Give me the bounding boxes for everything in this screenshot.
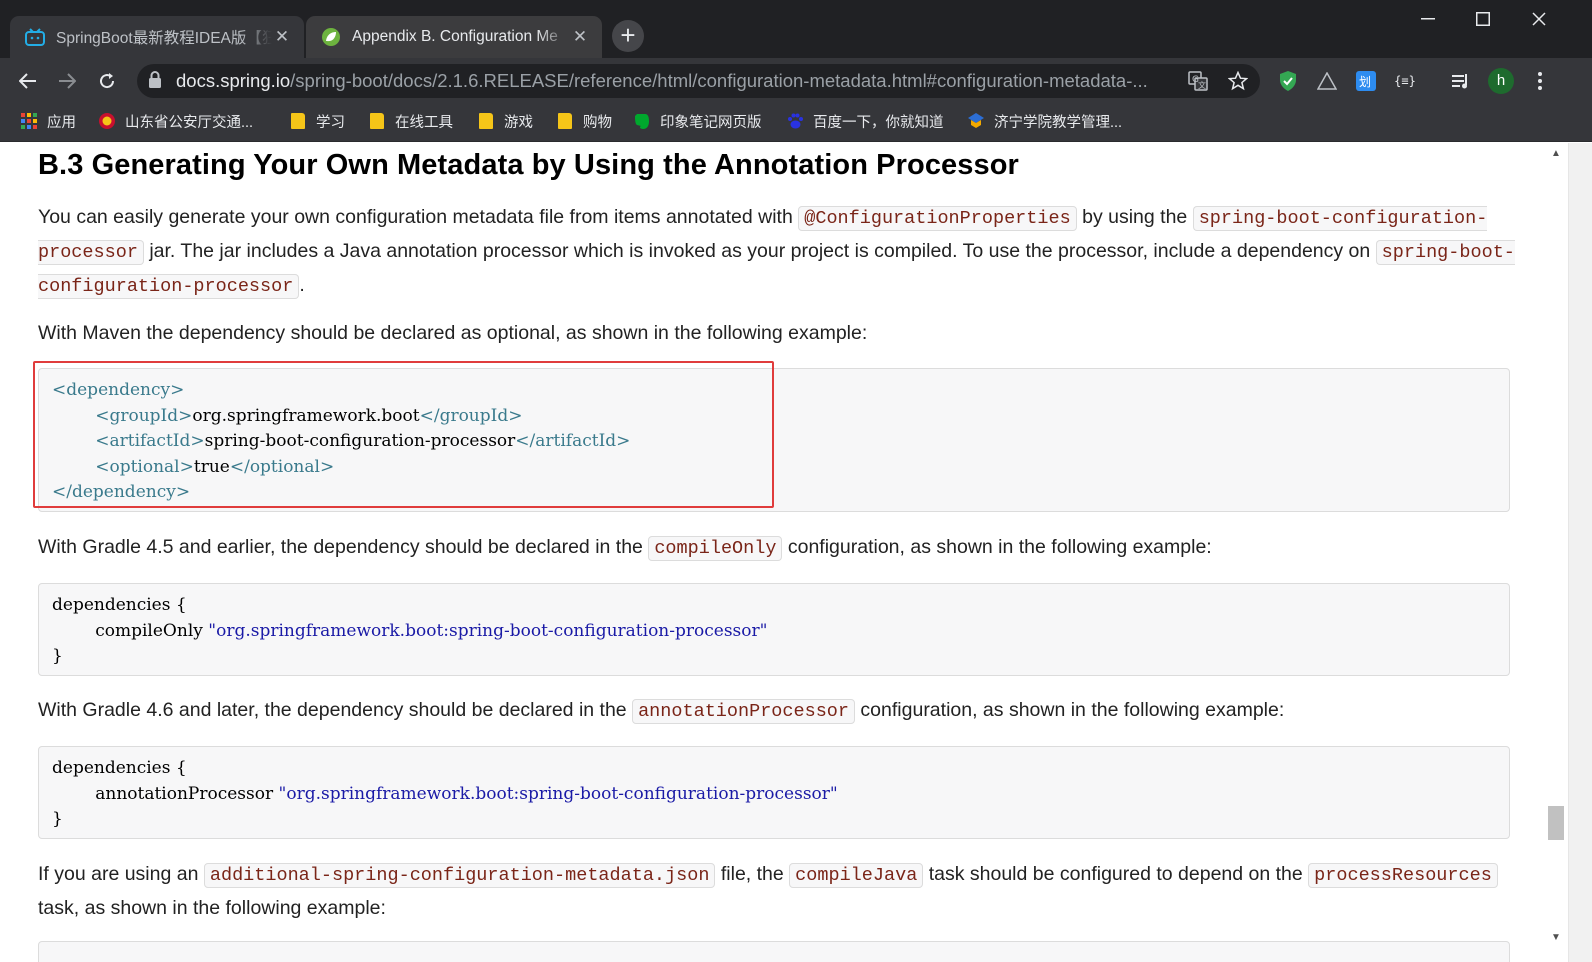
gradle46-paragraph: With Gradle 4.6 and later, the dependenc… [38, 699, 1285, 724]
school-icon [967, 112, 985, 130]
tab-close-icon[interactable]: ✕ [570, 27, 590, 47]
police-badge-icon [98, 112, 116, 130]
bookmark-folder-tools[interactable]: 在线工具 [368, 110, 453, 132]
bookmark-folder-games[interactable]: 游戏 [477, 110, 533, 132]
bookmark-label: 百度一下，你就知道 [813, 114, 944, 131]
gradle45-code-block[interactable]: dependencies { compileOnly "org.springfr… [38, 583, 1510, 676]
bookmark-apps[interactable]: 应用 [20, 110, 76, 132]
baidu-paw-icon [786, 112, 804, 130]
maven-paragraph: With Maven the dependency should be decl… [38, 322, 868, 344]
bookmark-label: 印象笔记网页版 [660, 114, 762, 131]
inline-code: processResources [1308, 863, 1498, 888]
intro-paragraph: You can easily generate your own configu… [38, 206, 1515, 299]
url-text[interactable]: docs.spring.io/spring-boot/docs/2.1.6.RE… [176, 69, 1172, 93]
gradle45-paragraph: With Gradle 4.5 and earlier, the depende… [38, 536, 1212, 561]
bookmark-label: 游戏 [504, 114, 533, 131]
title-bar: SpringBoot最新教程IDEA版【狂 ✕ Appendix B. Conf… [0, 0, 1592, 58]
bookmark-label: 学习 [316, 114, 345, 131]
bookmark-folder-shopping[interactable]: 购物 [556, 110, 612, 132]
vertical-scrollbar[interactable] [1568, 143, 1592, 962]
forward-icon[interactable] [50, 64, 84, 98]
processresources-paragraph: If you are using an additional-spring-co… [38, 858, 1518, 925]
minimize-icon[interactable] [1400, 0, 1456, 38]
highlight-box [33, 361, 774, 508]
spring-leaf-icon [320, 26, 342, 48]
bookmark-folder-study[interactable]: 学习 [289, 110, 345, 132]
bookmark-label: 应用 [47, 114, 76, 131]
bookmark-police[interactable]: 山东省公安厅交通... [98, 110, 253, 132]
inline-code: compileOnly [648, 536, 783, 561]
menu-kebab-icon[interactable] [1527, 68, 1553, 94]
bookmark-label: 在线工具 [395, 114, 453, 131]
lock-icon[interactable] [146, 70, 166, 92]
dictionary-extension-icon[interactable]: 划 [1353, 68, 1379, 94]
star-icon[interactable] [1226, 70, 1250, 92]
bilibili-icon [24, 26, 46, 48]
translate-icon[interactable]: G文 [1186, 70, 1210, 92]
folder-icon [556, 112, 574, 130]
media-control-icon[interactable] [1448, 68, 1474, 94]
reload-icon[interactable] [90, 64, 124, 98]
bookmark-school[interactable]: 济宁学院教学管理... [967, 110, 1122, 132]
svg-text:划: 划 [1359, 75, 1371, 89]
new-tab-button[interactable]: + [612, 20, 644, 52]
inline-code: annotationProcessor [632, 699, 856, 724]
tab-springboot-tutorial[interactable]: SpringBoot最新教程IDEA版【狂 ✕ [10, 16, 304, 58]
inline-code: additional-spring-configuration-metadata… [203, 863, 716, 888]
apps-grid-icon [20, 112, 38, 130]
inline-code: compileJava [789, 863, 924, 888]
svg-text:文: 文 [1198, 80, 1206, 90]
back-icon[interactable] [11, 64, 45, 98]
folder-icon [477, 112, 495, 130]
evernote-icon [633, 112, 651, 130]
scrollbar-thumb[interactable] [1548, 806, 1564, 840]
tab-title: SpringBoot最新教程IDEA版【狂 [56, 30, 272, 47]
avatar[interactable]: h [1488, 68, 1514, 94]
bookmark-label: 购物 [583, 114, 612, 131]
scroll-down-arrow-icon[interactable]: ▼ [1549, 932, 1563, 944]
close-window-icon[interactable] [1511, 0, 1567, 38]
tab-title: Appendix B. Configuration Me [352, 28, 558, 45]
bookmark-baidu[interactable]: 百度一下，你就知道 [786, 110, 944, 132]
shield-extension-icon[interactable] [1275, 68, 1301, 94]
bookmark-label: 济宁学院教学管理... [994, 114, 1123, 131]
scroll-up-arrow-icon[interactable]: ▲ [1549, 148, 1563, 160]
maximize-icon[interactable] [1455, 0, 1511, 38]
next-code-block[interactable] [38, 941, 1510, 962]
triangle-extension-icon[interactable] [1314, 68, 1340, 94]
section-heading: B.3 Generating Your Own Metadata by Usin… [38, 149, 1019, 181]
json-extension-icon[interactable]: {≡} [1392, 68, 1418, 94]
folder-icon [368, 112, 386, 130]
gradle46-code-block[interactable]: dependencies { annotationProcessor "org.… [38, 746, 1510, 839]
tab-appendix-b[interactable]: Appendix B. Configuration Me ✕ [306, 16, 602, 58]
tab-close-icon[interactable]: ✕ [272, 27, 292, 47]
bookmark-evernote[interactable]: 印象笔记网页版 [633, 110, 762, 132]
folder-icon [289, 112, 307, 130]
inline-code: @ConfigurationProperties [798, 206, 1077, 231]
bookmark-label: 山东省公安厅交通... [125, 114, 254, 131]
